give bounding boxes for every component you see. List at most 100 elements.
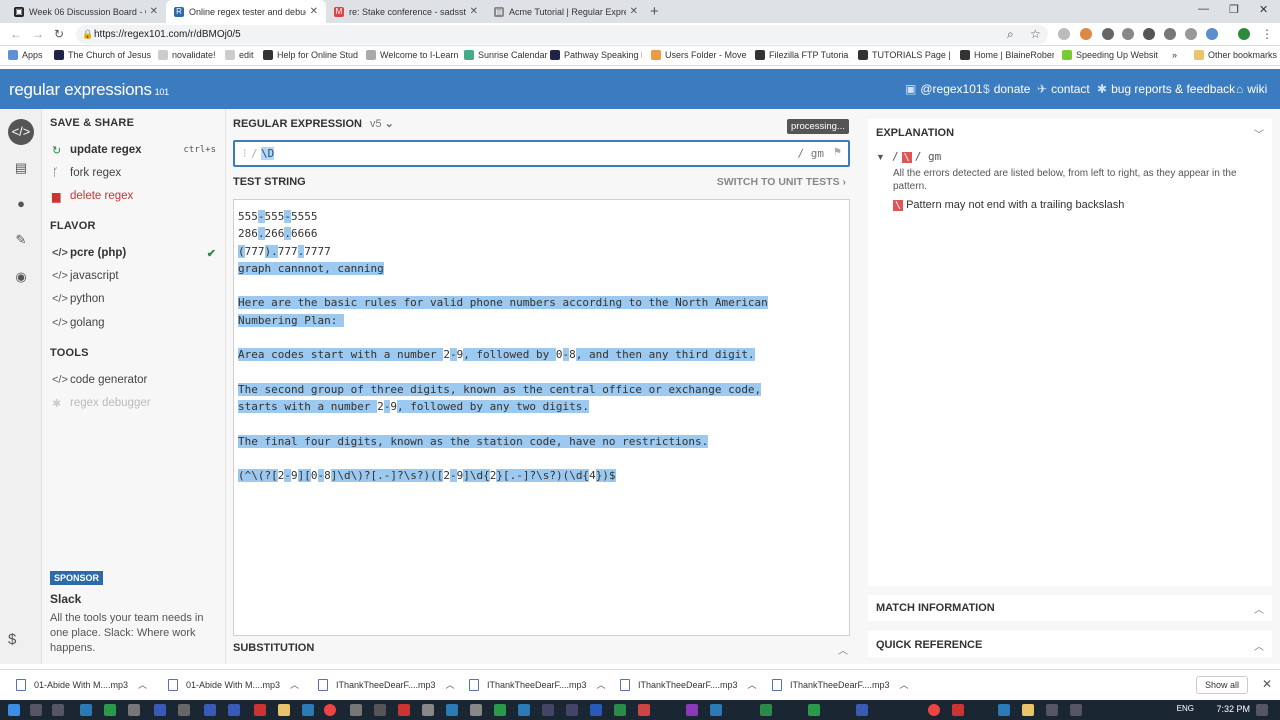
chevron-down-icon[interactable]: ⌄ [385,118,394,130]
app-icon[interactable] [710,704,722,716]
clock[interactable]: 7:32 PM [1216,704,1250,714]
chevron-up-icon[interactable]: ︿ [290,678,299,691]
more-bookmarks-icon[interactable]: » [1172,50,1177,60]
bookmark[interactable]: Users Folder - Move [651,50,747,60]
windows-start-icon[interactable] [8,704,20,716]
menu-kebab-icon[interactable]: ⋮ [1261,27,1273,41]
notifications-icon[interactable] [1256,704,1268,716]
delete-regex-button[interactable]: ▆ delete regex [52,186,216,206]
wrench-icon[interactable]: ✎ [8,227,34,253]
bookmark[interactable]: Sunrise Calendar [464,50,548,60]
onenote-icon[interactable] [686,704,698,716]
close-tab-icon[interactable]: ✕ [310,6,318,17]
app-icon[interactable] [856,704,868,716]
bookmark-folder[interactable]: Other bookmarks [1194,50,1277,60]
extension-icon[interactable] [1164,28,1176,40]
browser-tab-active[interactable]: R Online regex tester and debugge ✕ [166,0,326,23]
app-icon[interactable] [350,704,362,716]
app-icon[interactable] [542,704,554,716]
star-icon[interactable]: ☆ [1030,27,1041,41]
app-icon[interactable] [1070,704,1082,716]
app-icon[interactable] [952,704,964,716]
extension-icon[interactable] [1206,28,1218,40]
show-all-button[interactable]: Show all [1195,676,1248,694]
download-item[interactable]: 01-Abide With M....mp3 ︿ [168,678,299,691]
task-view-icon[interactable] [52,704,64,716]
switch-unit-tests-button[interactable]: SWITCH TO UNIT TESTS › [717,176,846,188]
regex-flags[interactable]: / gm [798,147,825,160]
fork-regex-button[interactable]: ᚴ fork regex [52,163,216,183]
chrome-icon[interactable] [324,704,336,716]
app-icon[interactable] [422,704,434,716]
bookmark[interactable]: The Church of Jesus [54,50,154,60]
substitution-title[interactable]: SUBSTITUTION [233,642,314,654]
download-item[interactable]: IThankTheeDearF....mp3 ︿ [469,678,606,691]
download-item[interactable]: IThankTheeDearF....mp3 ︿ [620,678,757,691]
close-tab-icon[interactable]: ✕ [630,6,638,17]
language-indicator[interactable]: ENG [1177,704,1194,713]
bookmark[interactable]: Speeding Up Websit [1062,50,1162,60]
extension-icon[interactable] [1143,28,1155,40]
dollar-icon[interactable]: $ [8,631,16,648]
powerpoint-icon[interactable] [638,704,650,716]
bug-report-link[interactable]: ✱ bug reports & feedback [1097,82,1235,96]
chevron-up-icon[interactable]: ︿ [446,678,455,691]
app-icon[interactable] [446,704,458,716]
bookmark[interactable]: Home | BlaineRobert [960,50,1054,60]
close-tab-icon[interactable]: ✕ [150,6,158,17]
edge-icon[interactable] [518,704,530,716]
forward-icon[interactable]: → [32,27,44,41]
app-icon[interactable] [1046,704,1058,716]
regex-input[interactable]: ⁝ / \D / gm ⚑ [233,140,850,167]
quick-reference-panel[interactable]: QUICK REFERENCE ︿ [868,631,1272,657]
new-tab-icon[interactable]: + [650,3,659,20]
chevron-up-icon[interactable]: ︿ [838,642,848,657]
extension-icon[interactable] [1102,28,1114,40]
bookmark[interactable]: Pathway Speaking Pa [550,50,642,60]
bookmark[interactable]: Apps [8,50,43,60]
app-icon[interactable] [760,704,772,716]
bookmark[interactable]: Welcome to I-Learn [366,50,458,60]
flag-icon[interactable]: ⚑ [833,147,842,158]
file-explorer-icon[interactable] [278,704,290,716]
flavor-python[interactable]: </> python [52,289,216,309]
regex-debugger-button[interactable]: ✱ regex debugger [52,393,216,413]
extension-icon[interactable] [1122,28,1134,40]
bookmark[interactable]: TUTORIALS Page | Bl [858,50,952,60]
app-icon[interactable] [398,704,410,716]
chevron-up-icon[interactable]: ︿ [138,678,147,691]
twitter-link[interactable]: ▣ @regex101 [905,82,983,96]
user-icon[interactable]: ● [8,191,34,217]
donate-link[interactable]: $ donate [983,82,1030,96]
app-icon[interactable] [808,704,820,716]
profile-avatar-icon[interactable] [1238,28,1250,40]
chevron-up-icon[interactable]: ︿ [597,678,606,691]
app-icon[interactable] [998,704,1010,716]
app-icon[interactable] [178,704,190,716]
download-item[interactable]: 01-Abide With M....mp3 ︿ [16,678,147,691]
bookmark[interactable]: Help for Online Stud [263,50,359,60]
chevron-down-icon[interactable]: ﹀ [1254,126,1264,141]
wiki-link[interactable]: ⌂ wiki [1236,82,1267,96]
minimize-icon[interactable]: — [1198,3,1209,15]
chevron-up-icon[interactable]: ︿ [1254,601,1264,616]
app-icon[interactable] [302,704,314,716]
app-icon[interactable] [566,704,578,716]
code-generator-button[interactable]: </> code generator [52,370,216,390]
search-icon[interactable] [30,704,42,716]
test-string-input[interactable]: 555-555-5555 286.266.6666 (777).777.7777 gr… [233,199,850,636]
extension-icon[interactable] [1080,28,1092,40]
reload-icon[interactable]: ↻ [54,27,64,41]
close-icon[interactable]: ✕ [1262,677,1272,691]
match-info-panel[interactable]: MATCH INFORMATION ︿ [868,595,1272,621]
version-label[interactable]: v5 [370,118,382,130]
browser-tab[interactable]: M re: Stake conference - sadsster@ ✕ [326,0,486,23]
browser-tab[interactable]: ▤ Acme Tutorial | Regular Expressio ✕ [486,0,646,23]
chat-icon[interactable]: ◉ [8,264,34,290]
download-item[interactable]: IThankTheeDearF....mp3 ︿ [318,678,455,691]
bookmark[interactable]: novalidate! [158,50,216,60]
code-icon[interactable]: </> [8,119,34,145]
app-icon[interactable] [928,704,940,716]
bookmark[interactable]: edit [225,50,254,60]
app-icon[interactable] [1022,704,1034,716]
